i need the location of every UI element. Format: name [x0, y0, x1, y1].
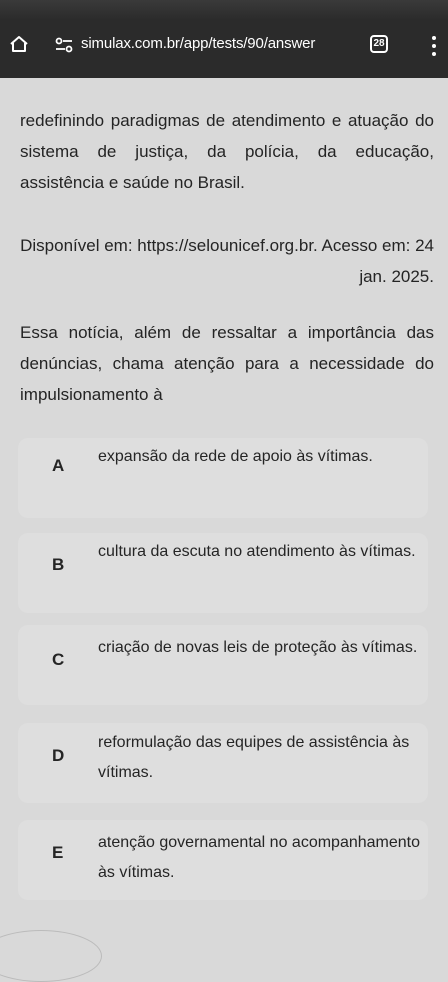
article-paragraph: redefinindo paradigmas de atendimento e … [20, 111, 434, 192]
menu-dot [432, 52, 436, 56]
option-text: expansão da rede de apoio às vítimas. [98, 448, 373, 465]
source-citation: Disponível em: https://selounicef.org.br… [20, 236, 434, 286]
option-text: criação de novas leis de proteção às vít… [98, 639, 418, 656]
option-letter: E [52, 843, 64, 862]
option-text: atenção governamental no acompanhamento … [98, 834, 420, 881]
answer-option-c[interactable]: C criação de novas leis de proteção às v… [18, 625, 428, 705]
bottom-decoration [0, 930, 102, 982]
answer-option-b[interactable]: B cultura da escuta no atendimento às ví… [18, 533, 428, 613]
option-text: reformulação das equipes de assistência … [98, 734, 410, 781]
question-prompt: Essa notícia, além de ressaltar a import… [20, 323, 434, 404]
answer-option-e[interactable]: E atenção governamental no acompanhament… [18, 820, 428, 900]
answer-option-d[interactable]: D reformulação das equipes de assistênci… [18, 723, 428, 803]
url-text[interactable]: simulax.com.br/app/tests/90/answer [81, 34, 351, 54]
option-letter: C [52, 650, 65, 669]
option-text: cultura da escuta no atendimento às víti… [98, 543, 416, 560]
answer-option-a[interactable]: A expansão da rede de apoio às vítimas. [18, 438, 428, 518]
site-info-icon[interactable] [54, 36, 74, 54]
option-letter: B [52, 555, 65, 574]
menu-dot [432, 44, 436, 48]
browser-address-bar: simulax.com.br/app/tests/90/answer 28 [0, 0, 448, 78]
option-letter: A [52, 456, 65, 475]
status-bar [0, 0, 448, 20]
question-content: redefinindo paradigmas de atendimento e … [0, 78, 448, 948]
option-letter: D [52, 746, 65, 765]
vertical-dots-icon[interactable] [430, 34, 438, 58]
home-icon[interactable] [8, 35, 30, 53]
menu-dot [432, 36, 436, 40]
tab-count-button[interactable]: 28 [370, 35, 388, 53]
